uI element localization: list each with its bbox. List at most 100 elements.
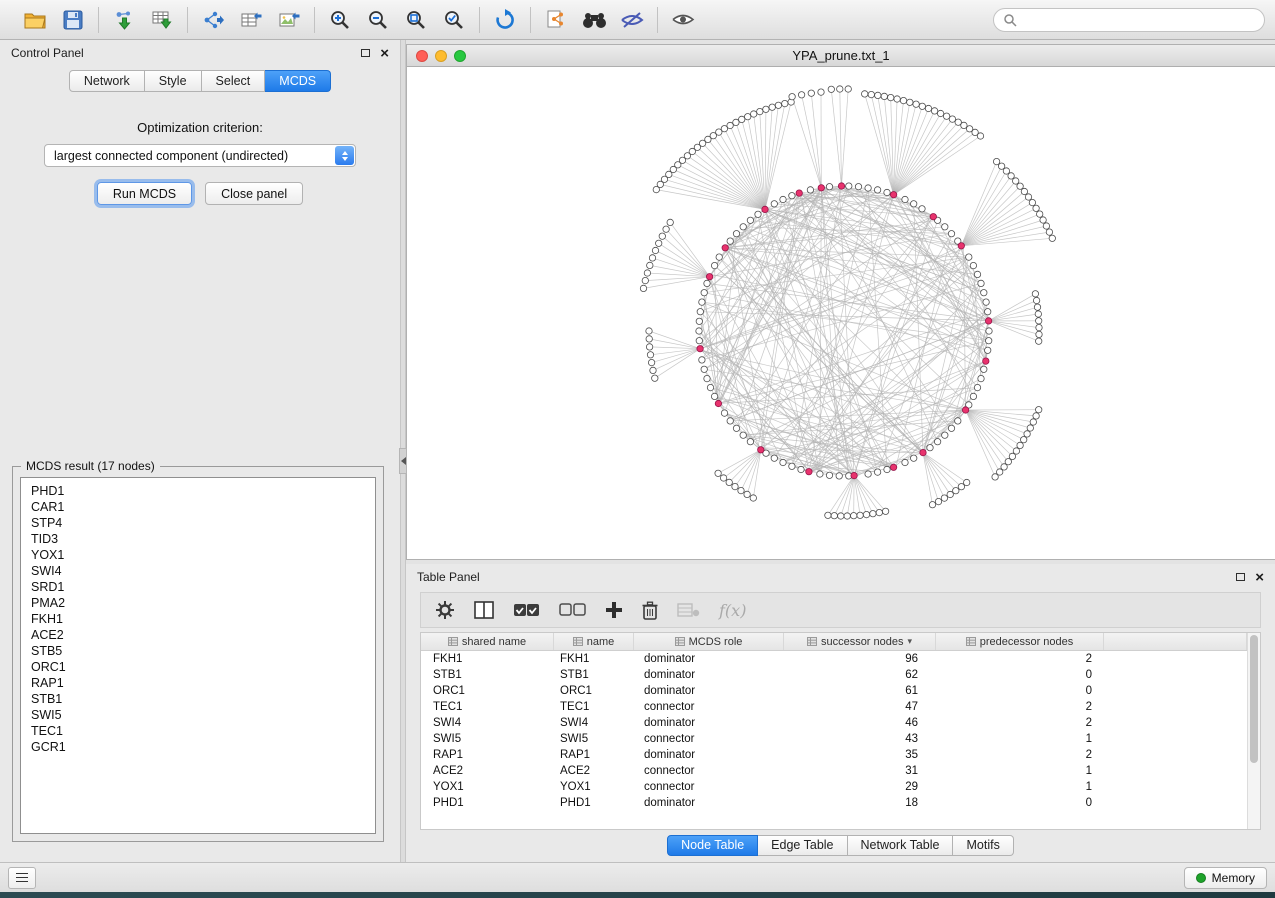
network-node[interactable] (884, 189, 890, 195)
network-node[interactable] (955, 119, 961, 125)
open-session-button[interactable] (19, 6, 51, 34)
network-node[interactable] (935, 498, 941, 504)
run-mcds-button[interactable]: Run MCDS (97, 182, 192, 205)
network-node[interactable] (929, 502, 935, 508)
mcds-result-item[interactable]: PMA2 (31, 595, 365, 611)
network-node[interactable] (1046, 229, 1052, 235)
cell-successor-nodes[interactable]: 35 (784, 749, 936, 761)
cell-mcds-role[interactable]: dominator (634, 717, 784, 729)
network-node[interactable] (837, 86, 843, 92)
show-columns-button[interactable] (474, 601, 494, 619)
network-node[interactable] (782, 100, 788, 106)
table-scrollbar[interactable] (1247, 633, 1260, 829)
network-node[interactable] (955, 418, 961, 424)
network-graph[interactable] (407, 67, 1274, 559)
mcds-result-item[interactable]: STP4 (31, 515, 365, 531)
network-node[interactable] (825, 512, 831, 518)
zoom-out-button[interactable] (362, 6, 394, 34)
network-node[interactable] (1008, 173, 1014, 179)
deselect-all-button[interactable] (559, 603, 586, 617)
network-node[interactable] (750, 495, 756, 501)
network-node[interactable] (727, 418, 733, 424)
network-node[interactable] (726, 479, 732, 485)
network-node[interactable] (943, 113, 949, 119)
network-node[interactable] (646, 328, 652, 334)
network-node[interactable] (876, 509, 882, 515)
network-node[interactable] (704, 375, 710, 381)
table-row[interactable]: SWI5 SWI5 connector 43 1 (421, 731, 1247, 747)
cell-name[interactable]: SWI4 (554, 717, 634, 729)
mcds-result-item[interactable]: CAR1 (31, 499, 365, 515)
network-node[interactable] (966, 126, 972, 132)
cell-name[interactable]: TEC1 (554, 701, 634, 713)
network-node[interactable] (1034, 304, 1040, 310)
mcds-result-item[interactable]: FKH1 (31, 611, 365, 627)
network-node[interactable] (1036, 338, 1042, 344)
cell-successor-nodes[interactable]: 31 (784, 765, 936, 777)
network-node[interactable] (974, 271, 980, 277)
network-node[interactable] (911, 201, 917, 207)
mcds-result-item[interactable]: ORC1 (31, 659, 365, 675)
network-node[interactable] (716, 254, 722, 260)
table-row[interactable]: RAP1 RAP1 dominator 35 2 (421, 747, 1247, 763)
tab-motifs[interactable]: Motifs (953, 835, 1013, 856)
tab-mcds[interactable]: MCDS (265, 70, 331, 92)
cell-successor-nodes[interactable]: 18 (784, 797, 936, 809)
network-node[interactable] (715, 470, 721, 476)
network-node[interactable] (775, 102, 781, 108)
network-node[interactable] (1003, 168, 1009, 174)
network-node[interactable] (747, 439, 753, 445)
dominator-node[interactable] (890, 192, 896, 198)
dominator-node[interactable] (706, 274, 712, 280)
network-node[interactable] (937, 110, 943, 116)
header-name[interactable]: name (554, 633, 634, 650)
cell-predecessor-nodes[interactable]: 1 (936, 781, 1104, 793)
zoom-fit-button[interactable] (400, 6, 432, 34)
mcds-result-item[interactable]: GCR1 (31, 739, 365, 755)
network-node[interactable] (798, 92, 804, 98)
network-node[interactable] (739, 116, 745, 122)
function-builder-button[interactable]: f(x) (719, 601, 746, 620)
header-mcds-role[interactable]: MCDS role (634, 633, 784, 650)
network-node[interactable] (740, 224, 746, 230)
mcds-result-list[interactable]: PHD1 CAR1 STP4 TID3 YOX1 SWI4 SRD1 PMA2 … (20, 477, 376, 834)
sort-descending-icon[interactable]: ▾ (908, 636, 913, 647)
panel-divider[interactable] (400, 40, 406, 862)
cell-predecessor-nodes[interactable]: 2 (936, 701, 1104, 713)
network-node[interactable] (1029, 199, 1035, 205)
network-node[interactable] (1037, 211, 1043, 217)
cell-shared-name[interactable]: FKH1 (421, 653, 554, 665)
dominator-node[interactable] (983, 358, 989, 364)
mcds-result-item[interactable]: SWI4 (31, 563, 365, 579)
network-node[interactable] (907, 99, 913, 105)
mcds-result-item[interactable]: TEC1 (31, 723, 365, 739)
header-shared-name[interactable]: shared name (421, 633, 554, 650)
hide-graphics-button[interactable] (616, 6, 648, 34)
cell-successor-nodes[interactable]: 29 (784, 781, 936, 793)
optimization-criterion-select[interactable]: largest connected component (undirected) (44, 144, 356, 167)
cell-shared-name[interactable]: YOX1 (421, 781, 554, 793)
network-node[interactable] (711, 393, 717, 399)
cell-predecessor-nodes[interactable]: 0 (936, 669, 1104, 681)
network-node[interactable] (863, 511, 869, 517)
network-node[interactable] (644, 270, 650, 276)
network-node[interactable] (1017, 442, 1023, 448)
tab-style[interactable]: Style (145, 70, 202, 92)
network-titlebar[interactable]: YPA_prune.txt_1 (407, 45, 1275, 67)
network-node[interactable] (1021, 188, 1027, 194)
cell-predecessor-nodes[interactable]: 2 (936, 653, 1104, 665)
network-node[interactable] (646, 344, 652, 350)
network-node[interactable] (647, 262, 653, 268)
network-node[interactable] (942, 432, 948, 438)
network-node[interactable] (1013, 178, 1019, 184)
network-node[interactable] (882, 508, 888, 514)
network-node[interactable] (1040, 217, 1046, 223)
network-node[interactable] (902, 459, 908, 465)
network-node[interactable] (826, 472, 832, 478)
mcds-result-item[interactable]: TID3 (31, 531, 365, 547)
network-node[interactable] (1035, 311, 1041, 317)
network-node[interactable] (981, 366, 987, 372)
network-node[interactable] (652, 247, 658, 253)
cell-name[interactable]: RAP1 (554, 749, 634, 761)
network-node[interactable] (653, 186, 659, 192)
